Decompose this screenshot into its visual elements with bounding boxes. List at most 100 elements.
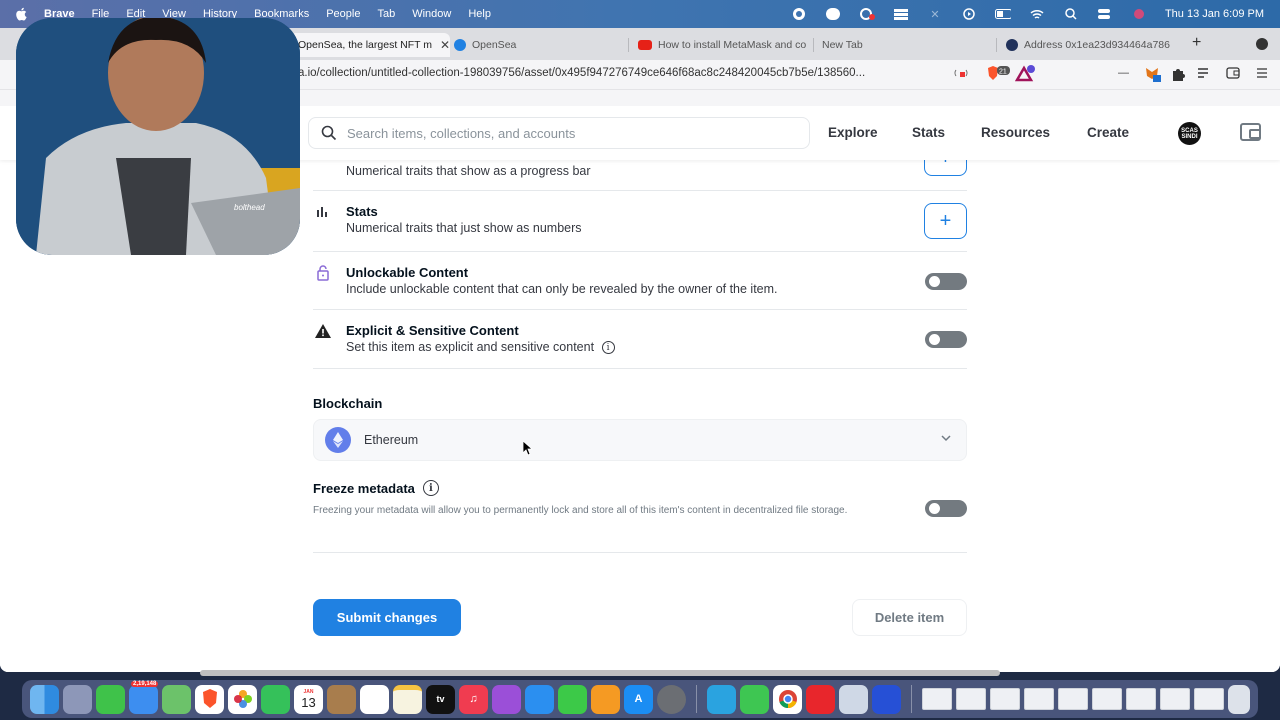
menubar-clock[interactable]: Thu 13 Jan 6:09 PM <box>1165 8 1264 20</box>
info-icon[interactable]: i <box>601 341 615 355</box>
dock-separator <box>696 685 697 713</box>
explicit-title: Explicit & Sensitive Content <box>346 323 519 338</box>
dock-wazirx-icon[interactable] <box>872 684 901 714</box>
dock-minimized-window[interactable] <box>922 688 952 710</box>
menu-window[interactable]: Window <box>412 8 451 20</box>
dock-calendar-icon[interactable]: JAN 13 <box>294 684 323 714</box>
dock-finder-icon[interactable] <box>30 684 59 714</box>
dock-minimized-window[interactable] <box>990 688 1020 710</box>
dock-launchpad-icon[interactable] <box>63 684 92 714</box>
dock-minimized-window[interactable] <box>1160 688 1190 710</box>
menu-people[interactable]: People <box>326 8 360 20</box>
record-icon[interactable] <box>791 8 807 20</box>
metamask-icon[interactable] <box>1144 65 1162 86</box>
tab-search-icon[interactable] <box>1256 38 1268 50</box>
address-bar[interactable]: a.io/collection/untitled-collection-1980… <box>298 67 865 79</box>
grid-app-icon[interactable] <box>893 8 909 20</box>
dock-minimized-window[interactable] <box>956 688 986 710</box>
reading-list-icon[interactable] <box>1197 67 1211 82</box>
freeze-info-icon[interactable]: i <box>422 480 439 496</box>
dock-trash-icon[interactable] <box>1228 684 1250 714</box>
wallet-toolbar-icon[interactable] <box>1226 67 1240 82</box>
freeze-toggle[interactable] <box>925 500 967 517</box>
delete-item-button[interactable]: Delete item <box>852 599 967 636</box>
dock-messages-icon[interactable] <box>96 684 125 714</box>
nav-explore[interactable]: Explore <box>828 125 878 140</box>
wifi-icon[interactable] <box>1029 8 1045 20</box>
tab-youtube[interactable]: How to install MetaMask and co <box>630 33 810 57</box>
horizontal-scrollbar[interactable] <box>200 670 1000 676</box>
tab-opensea-active[interactable]: OpenSea, the largest NFT m ✕ <box>290 33 450 57</box>
dock-numbers-icon[interactable] <box>558 684 587 714</box>
dock-maps-icon[interactable] <box>162 684 191 714</box>
dock-app-store-icon[interactable]: A <box>624 684 653 714</box>
unlockable-title: Unlockable Content <box>346 265 469 280</box>
dock-pages-icon[interactable] <box>591 684 620 714</box>
explicit-toggle[interactable] <box>925 331 967 348</box>
explicit-description: Set this item as explicit and sensitive … <box>346 340 615 355</box>
dock-notes-icon[interactable] <box>393 684 422 714</box>
nav-create[interactable]: Create <box>1087 125 1129 140</box>
apple-menu-icon[interactable] <box>14 7 28 21</box>
wallet-icon[interactable] <box>1240 123 1261 141</box>
tab-title: How to install MetaMask and co <box>658 39 807 51</box>
siri-icon[interactable] <box>1131 8 1147 20</box>
dock-facetime-icon[interactable] <box>261 684 290 714</box>
menu-tab[interactable]: Tab <box>377 8 395 20</box>
control-center-icon[interactable] <box>1097 8 1113 20</box>
bluetooth-icon[interactable]: ✕ <box>927 8 943 21</box>
add-stats-button[interactable]: + <box>924 203 967 239</box>
dock-photos-icon[interactable] <box>228 684 257 714</box>
dock-contacts-icon[interactable] <box>327 684 356 714</box>
play-circle-icon[interactable] <box>961 8 977 20</box>
tab-opensea[interactable]: OpenSea <box>446 33 626 57</box>
creative-cloud-icon[interactable] <box>859 8 875 20</box>
dock-music-icon[interactable]: ♫ <box>459 684 488 714</box>
dock-preview-icon[interactable] <box>839 684 868 714</box>
freeze-metadata-heading: Freeze metadata i <box>313 480 439 496</box>
search-box[interactable] <box>308 117 810 149</box>
battery-icon[interactable] <box>994 8 1011 20</box>
extensions-puzzle-icon[interactable] <box>1171 67 1185 84</box>
search-input[interactable] <box>347 125 787 141</box>
notification-count-icon[interactable] <box>825 8 841 20</box>
blockchain-select[interactable]: Ethereum <box>313 419 967 461</box>
submit-changes-button[interactable]: Submit changes <box>313 599 461 636</box>
opensea-favicon-icon <box>454 39 466 51</box>
tab-new-tab[interactable]: New Tab <box>814 33 994 57</box>
spotlight-search-icon[interactable] <box>1063 8 1079 20</box>
menu-help[interactable]: Help <box>468 8 491 20</box>
levels-description: Numerical traits that show as a progress… <box>346 164 591 178</box>
new-tab-button[interactable]: + <box>1192 34 1201 52</box>
browser-menu-icon[interactable] <box>1256 67 1268 82</box>
nav-stats[interactable]: Stats <box>912 125 945 140</box>
dock-reminders-icon[interactable] <box>360 684 389 714</box>
dock-brave-icon[interactable] <box>195 684 224 714</box>
dock-telegram-icon[interactable] <box>707 684 736 714</box>
dock-anydesk-icon[interactable] <box>806 684 835 714</box>
stats-row: Stats Numerical traits that just show as… <box>313 191 967 252</box>
dock-apple-tv-icon[interactable]: tv <box>426 684 455 714</box>
dock-whatsapp-icon[interactable] <box>740 684 769 714</box>
dock-minimized-window[interactable] <box>1024 688 1054 710</box>
unlockable-toggle[interactable] <box>925 273 967 290</box>
brave-rewards-icon[interactable] <box>1014 65 1037 86</box>
stats-description: Numerical traits that just show as numbe… <box>346 221 582 235</box>
dock-minimized-window[interactable] <box>1126 688 1156 710</box>
nav-resources[interactable]: Resources <box>981 125 1050 140</box>
site-permission-icon[interactable] <box>954 67 968 82</box>
presenter-video-frame: bolthead <box>16 18 300 255</box>
freeze-description: Freezing your metadata will allow you to… <box>313 505 848 516</box>
brave-shields-icon[interactable]: 21 <box>986 65 1012 86</box>
dock-system-preferences-icon[interactable] <box>657 684 686 714</box>
dock-mail-icon[interactable]: 2,19,148 <box>129 680 159 714</box>
dock-minimized-window[interactable] <box>1194 688 1224 710</box>
tab-etherscan[interactable]: Address 0x1ea23d934464a786 <box>998 33 1183 57</box>
dock-minimized-window[interactable] <box>1092 688 1122 710</box>
dock-podcasts-icon[interactable] <box>492 684 521 714</box>
profile-avatar[interactable]: SCAS SINDI <box>1178 122 1201 145</box>
dock-minimized-window[interactable] <box>1058 688 1088 710</box>
dock-keynote-icon[interactable] <box>525 684 554 714</box>
search-icon <box>321 125 337 141</box>
dock-chrome-icon[interactable] <box>773 684 802 714</box>
